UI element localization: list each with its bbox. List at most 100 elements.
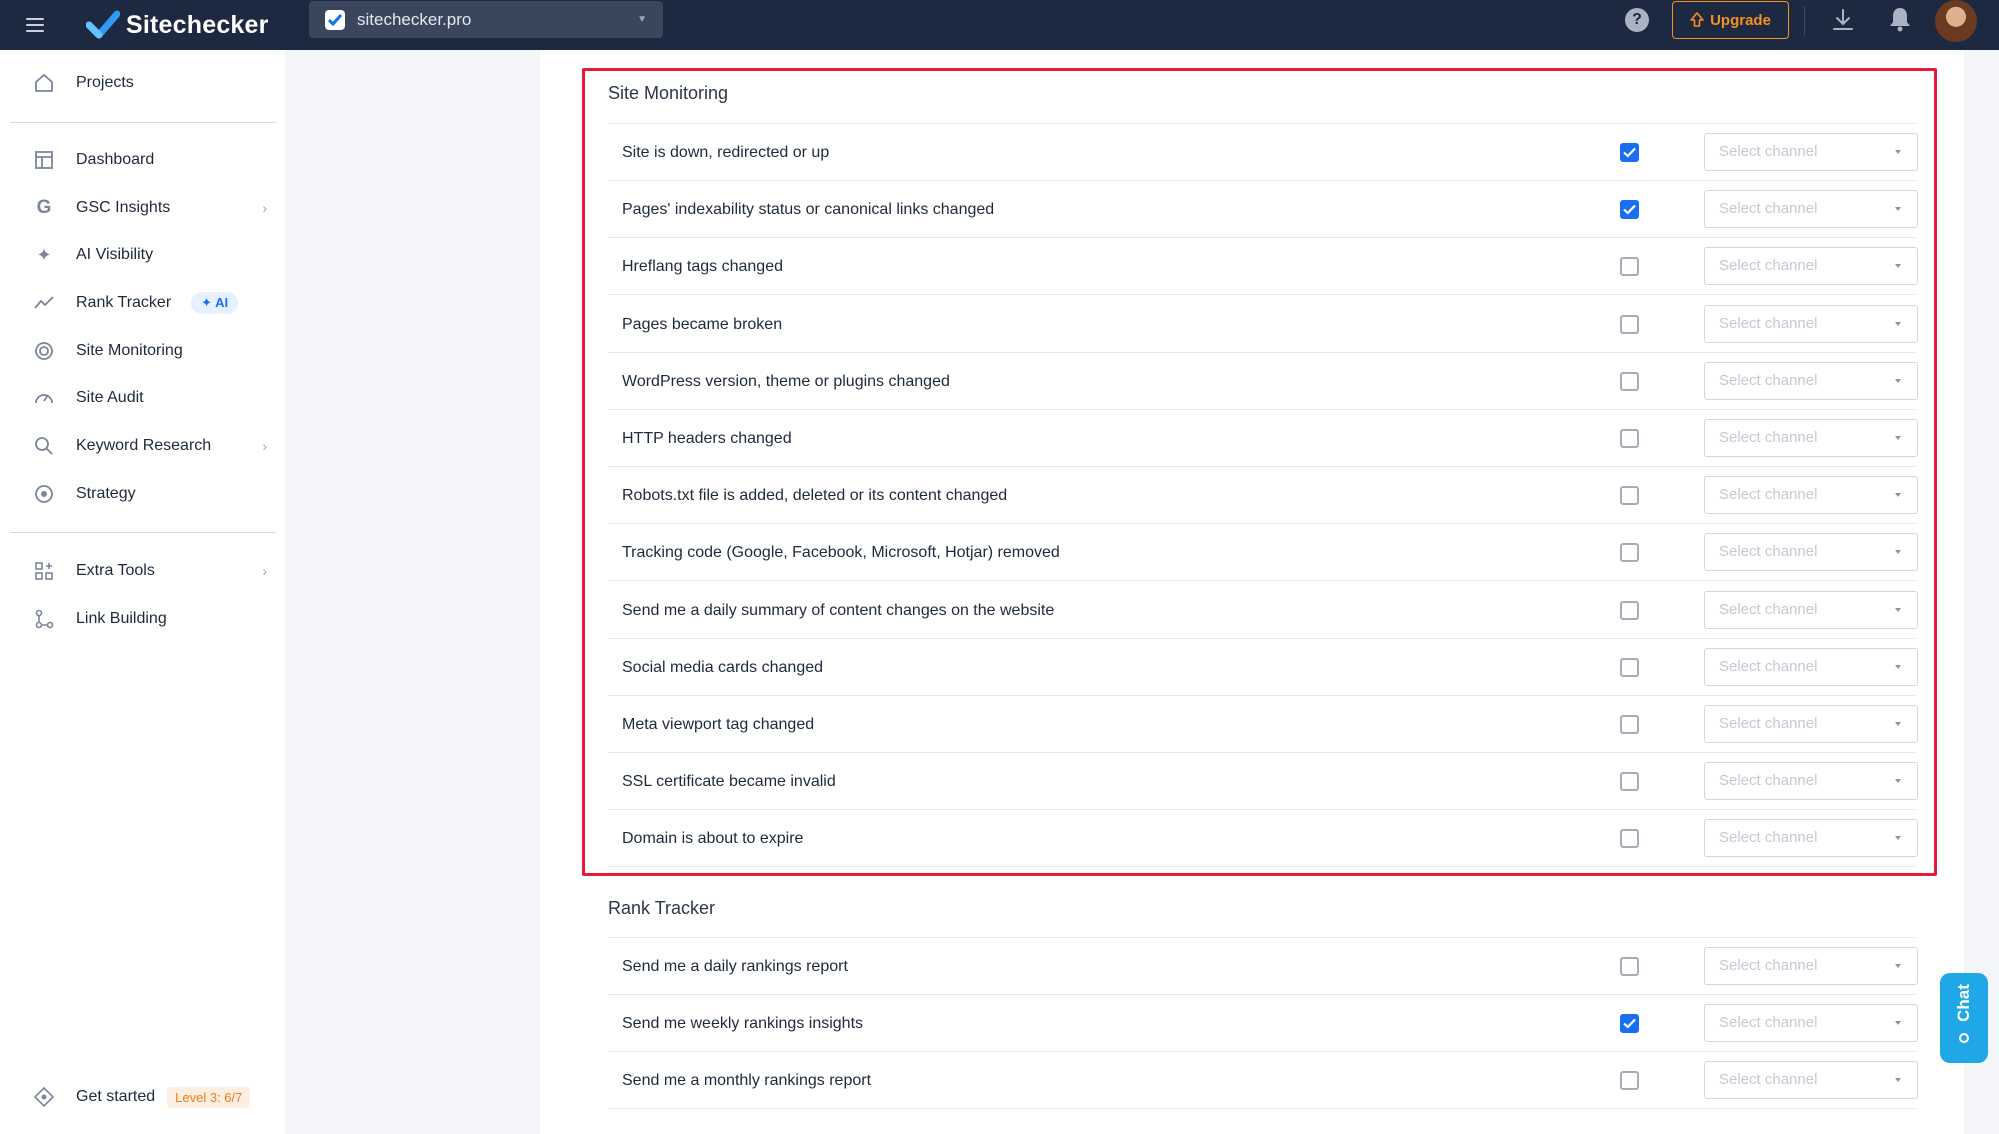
channel-placeholder: Select channel [1719, 314, 1818, 332]
setting-checkbox[interactable] [1620, 1014, 1639, 1034]
user-avatar[interactable] [1933, 0, 1979, 44]
setting-checkbox[interactable] [1620, 543, 1639, 563]
setting-label: Domain is about to expire [622, 830, 804, 848]
channel-placeholder: Select channel [1719, 957, 1818, 974]
download-icon[interactable] [1830, 7, 1856, 33]
channel-select[interactable]: Select channel [1704, 533, 1918, 572]
setting-label: Meta viewport tag changed [622, 716, 815, 733]
caret-down-icon [1895, 1078, 1901, 1083]
setting-checkbox[interactable] [1620, 371, 1639, 391]
sidebar-item-keyword-research[interactable]: Keyword Research › [32, 431, 267, 461]
setting-label: Send me a daily summary of content chang… [622, 601, 1055, 619]
sidebar-item-gsc-insights[interactable]: G GSC Insights › [32, 193, 267, 223]
chevron-down-icon: ▼ [637, 14, 647, 25]
setting-row: Pages became broken Select channel [608, 296, 1918, 353]
help-icon[interactable]: ? [1625, 8, 1649, 32]
setting-checkbox[interactable] [1620, 257, 1639, 277]
channel-select[interactable]: Select channel [1704, 190, 1918, 229]
channel-select[interactable]: Select channel [1704, 361, 1918, 400]
channel-select[interactable]: Select channel [1704, 762, 1918, 801]
caret-down-icon [1895, 436, 1901, 440]
setting-checkbox[interactable] [1620, 314, 1639, 334]
section-title-site-monitoring: Site Monitoring [608, 83, 729, 103]
chat-bubble-icon [1959, 1033, 1969, 1043]
channel-placeholder: Select channel [1719, 543, 1818, 561]
trend-icon [32, 291, 56, 315]
caret-down-icon [1895, 378, 1901, 383]
sidebar-item-label: Extra Tools [76, 562, 155, 579]
chat-label: Chat [1954, 984, 1973, 1022]
hamburger-menu-icon[interactable] [26, 10, 56, 40]
channel-select[interactable]: Select channel [1704, 304, 1918, 343]
caret-down-icon [1895, 664, 1901, 669]
setting-label: Hreflang tags changed [622, 258, 783, 276]
sidebar-item-extra-tools[interactable]: Extra Tools › [32, 556, 267, 586]
setting-checkbox[interactable] [1620, 657, 1639, 677]
channel-placeholder: Select channel [1719, 715, 1818, 732]
setting-checkbox[interactable] [1620, 200, 1639, 220]
section-title-rank-tracker: Rank Tracker [608, 898, 716, 918]
checkmark-icon [1623, 147, 1636, 158]
checkmark-icon [1623, 204, 1636, 215]
channel-select[interactable]: Select channel [1704, 247, 1918, 286]
channel-select[interactable]: Select channel [1704, 1061, 1918, 1100]
setting-label: Tracking code (Google, Facebook, Microso… [622, 544, 1060, 562]
setting-label: Site is down, redirected or up [622, 144, 830, 161]
channel-select[interactable]: Select channel [1704, 705, 1918, 743]
target-icon [32, 482, 56, 506]
channel-select[interactable]: Select channel [1704, 419, 1918, 457]
channel-select[interactable]: Select channel [1704, 647, 1918, 686]
sidebar-item-label: GSC Insights [76, 199, 171, 216]
chat-button[interactable]: Chat [1940, 973, 1988, 1063]
caret-down-icon [1895, 264, 1901, 269]
sidebar-item-site-audit[interactable]: Site Audit [32, 383, 267, 413]
sidebar-item-dashboard[interactable]: Dashboard [32, 145, 267, 175]
sidebar-item-site-monitoring[interactable]: Site Monitoring [32, 336, 267, 366]
setting-checkbox[interactable] [1620, 772, 1639, 792]
project-select[interactable]: sitechecker.pro ▼ [309, 1, 663, 38]
channel-select[interactable]: Select channel [1704, 476, 1918, 515]
sidebar-item-strategy[interactable]: Strategy [32, 479, 267, 509]
setting-checkbox[interactable] [1620, 486, 1639, 506]
sidebar-divider [10, 532, 276, 533]
setting-checkbox[interactable] [1620, 1071, 1639, 1091]
channel-select[interactable]: Select channel [1704, 133, 1918, 171]
sidebar-item-label: Strategy [76, 485, 136, 502]
caret-down-icon [1895, 493, 1901, 498]
setting-row: Social media cards changed Select channel [608, 639, 1918, 696]
setting-checkbox[interactable] [1620, 143, 1639, 162]
setting-checkbox[interactable] [1620, 715, 1639, 734]
setting-row: Domain is about to expire Select channel [608, 810, 1918, 868]
channel-placeholder: Select channel [1719, 772, 1818, 790]
upgrade-button[interactable]: Upgrade [1672, 1, 1789, 39]
setting-label: Send me weekly rankings insights [622, 1015, 864, 1033]
setting-label: Robots.txt file is added, deleted or its… [622, 487, 1008, 505]
sidebar-item-ai-visibility[interactable]: ✦ AI Visibility [32, 240, 267, 270]
channel-placeholder: Select channel [1719, 371, 1818, 389]
channel-select[interactable]: Select channel [1704, 947, 1918, 985]
setting-checkbox[interactable] [1620, 600, 1639, 620]
notifications-bell-icon[interactable] [1886, 5, 1914, 33]
setting-checkbox[interactable] [1620, 829, 1639, 849]
logo[interactable]: Sitechecker [86, 0, 269, 50]
project-favicon-icon [325, 9, 345, 30]
caret-down-icon [1895, 550, 1901, 555]
sidebar-item-rank-tracker[interactable]: Rank Tracker ✦ AI [32, 288, 267, 318]
setting-row: HTTP headers changed Select channel [608, 410, 1918, 467]
sidebar-item-label: Link Building [76, 610, 167, 627]
sidebar-item-link-building[interactable]: Link Building [32, 604, 267, 634]
channel-select[interactable]: Select channel [1704, 590, 1918, 629]
channel-placeholder: Select channel [1719, 657, 1818, 675]
channel-select[interactable]: Select channel [1704, 819, 1918, 858]
topbar-separator [1804, 6, 1805, 36]
sidebar-item-get-started[interactable]: Get started Level 3: 6/7 [32, 1082, 267, 1112]
chevron-right-icon: › [262, 563, 267, 579]
channel-placeholder: Select channel [1719, 1071, 1818, 1089]
top-bar: Sitechecker sitechecker.pro ▼ ? Upgrade [0, 0, 1999, 50]
setting-checkbox[interactable] [1620, 429, 1639, 448]
channel-placeholder: Select channel [1719, 600, 1818, 618]
setting-checkbox[interactable] [1620, 957, 1639, 976]
sidebar-item-projects[interactable]: Projects [32, 68, 267, 98]
channel-select[interactable]: Select channel [1704, 1004, 1918, 1043]
setting-row: Send me a daily summary of content chang… [608, 582, 1918, 639]
